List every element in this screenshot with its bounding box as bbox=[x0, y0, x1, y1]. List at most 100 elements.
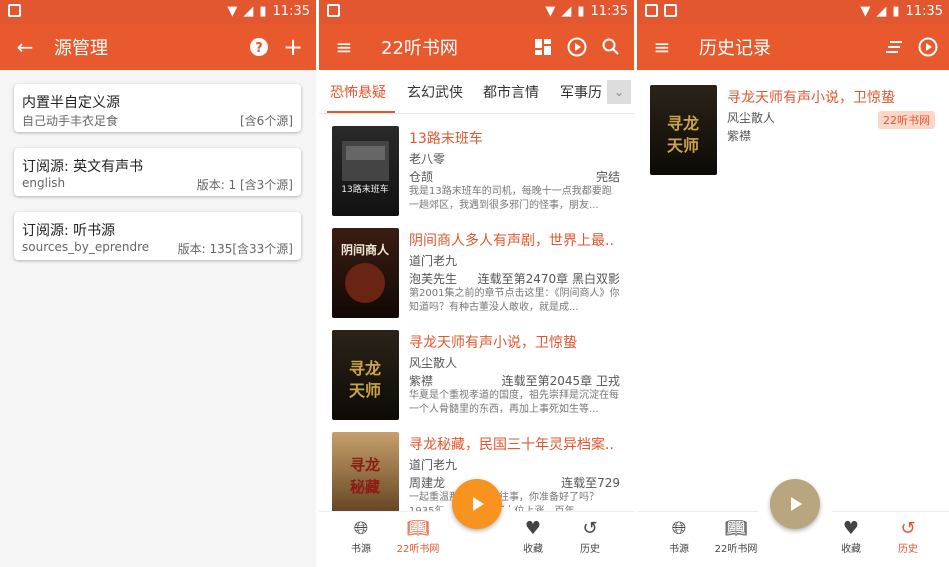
nav-history[interactable]: ↺ 历史 bbox=[560, 518, 620, 555]
svg-text:阴间商人: 阴间商人 bbox=[341, 242, 390, 257]
book-status: 连载至729 bbox=[561, 476, 620, 490]
source-card[interactable]: 订阅源: 英文有声书 english 版本: 1 [含3个源] bbox=[14, 148, 301, 196]
svg-text:寻龙: 寻龙 bbox=[349, 359, 381, 378]
grid-icon[interactable] bbox=[526, 30, 560, 64]
book-cover: 寻龙 秘藏 bbox=[332, 432, 399, 522]
play-button[interactable] bbox=[770, 479, 820, 529]
book-title: 寻龙天师有声小说，卫惊蛰 bbox=[409, 335, 577, 351]
nav-label: 书源 bbox=[351, 544, 371, 555]
book-cover: 寻龙 天师 bbox=[650, 85, 717, 175]
book-narrator: 泡芙先生 bbox=[409, 272, 458, 286]
source-title: 订阅源: 听书源 bbox=[22, 223, 116, 239]
sort-icon[interactable] bbox=[877, 30, 911, 64]
toolbar: ≡ 22听书网 bbox=[319, 24, 634, 70]
menu-icon[interactable]: ≡ bbox=[645, 30, 679, 64]
book-description: 我是13路末班车的司机，每晚十一点我都要跑一趟郊区，我遇到很多邪门的怪事，朋友.… bbox=[409, 186, 612, 211]
page-title: 历史记录 bbox=[699, 38, 771, 59]
nav-22tingshu[interactable]: 📖︎ 22听书网 bbox=[388, 518, 448, 555]
history-icon: ↺ bbox=[582, 518, 598, 539]
wifi-icon: ▼ bbox=[860, 4, 871, 19]
list-item[interactable]: 阴间商人 阴间商人多人有声剧，世界上最.. 道门老九 泡芙先生 连载至第2470… bbox=[319, 228, 634, 328]
globe-icon: 🌐︎ bbox=[353, 518, 369, 539]
nav-label: 22听书网 bbox=[396, 544, 440, 555]
nav-history[interactable]: ↺ 历史 bbox=[878, 518, 938, 555]
book-title: 阴间商人多人有声剧，世界上最.. bbox=[409, 233, 614, 249]
play-button[interactable] bbox=[452, 479, 502, 529]
no-signal-icon: ◢ bbox=[876, 4, 887, 19]
tab-romance[interactable]: 都市言情 bbox=[483, 82, 539, 102]
book-title: 寻龙秘藏，民国三十年灵异档案.. bbox=[409, 437, 614, 453]
book-author: 道门老九 bbox=[409, 254, 458, 268]
source-count: 版本: 1 [含3个源] bbox=[196, 178, 293, 192]
play-circle-icon[interactable] bbox=[560, 30, 594, 64]
tab-military[interactable]: 军事历 bbox=[560, 82, 602, 102]
toolbar: ≡ 历史记录 bbox=[637, 24, 949, 70]
nav-sources[interactable]: 🌐︎ 书源 bbox=[649, 518, 709, 555]
source-card[interactable]: 订阅源: 听书源 sources_by_eprendre 版本: 135[含33… bbox=[14, 212, 301, 260]
source-subtitle: sources_by_eprendre bbox=[22, 240, 150, 254]
book-list-screen: ▼ ◢ ▮ 11:35 ≡ 22听书网 恐怖悬疑 玄幻武侠 都市言情 军事历 ⌄… bbox=[319, 0, 634, 567]
source-subtitle: 自己动手丰衣足食 bbox=[22, 114, 119, 128]
nav-label: 收藏 bbox=[841, 544, 861, 555]
tab-horror[interactable]: 恐怖悬疑 bbox=[330, 82, 386, 102]
book-author: 风尘散人 bbox=[727, 111, 776, 125]
arrow-left-icon[interactable]: ← bbox=[8, 30, 42, 64]
status-time: 11:35 bbox=[590, 4, 628, 19]
active-tab-indicator bbox=[327, 111, 395, 113]
book-open-icon: 📖︎ bbox=[724, 518, 748, 539]
wifi-icon: ▼ bbox=[545, 4, 556, 19]
book-cover: 阴间商人 bbox=[332, 228, 399, 318]
svg-text:寻龙: 寻龙 bbox=[667, 114, 699, 133]
source-title: 订阅源: 英文有声书 bbox=[22, 159, 144, 175]
svg-text:13路末班车: 13路末班车 bbox=[341, 183, 388, 195]
plus-icon[interactable]: + bbox=[276, 30, 310, 64]
play-icon bbox=[791, 497, 802, 511]
nav-label: 收藏 bbox=[523, 544, 543, 555]
page-title: 22听书网 bbox=[381, 38, 458, 59]
wifi-icon: ▼ bbox=[227, 4, 238, 19]
book-author: 风尘散人 bbox=[409, 356, 458, 370]
book-status: 连载至第2045章 卫戎 bbox=[501, 374, 620, 388]
tab-fantasy[interactable]: 玄幻武侠 bbox=[407, 82, 463, 102]
status-time: 11:35 bbox=[905, 4, 943, 19]
chevron-down-icon[interactable]: ⌄ bbox=[607, 80, 631, 104]
battery-icon: ▮ bbox=[892, 4, 900, 19]
svg-text:寻龙: 寻龙 bbox=[350, 456, 380, 474]
category-tabs: 恐怖悬疑 玄幻武侠 都市言情 军事历 ⌄ bbox=[319, 70, 634, 114]
nav-favorites[interactable]: ♥ 收藏 bbox=[503, 518, 563, 555]
book-open-icon: 📖︎ bbox=[406, 518, 430, 539]
book-status: 完结 bbox=[595, 170, 620, 184]
list-item[interactable]: 寻龙 天师 寻龙天师有声小说，卫惊蛰 风尘散人 紫襟 连载至第2045章 卫戎 华… bbox=[319, 330, 634, 430]
play-circle-icon[interactable] bbox=[911, 30, 945, 64]
svg-text:天师: 天师 bbox=[349, 381, 381, 400]
image-notification-icon bbox=[8, 4, 21, 17]
list-item[interactable]: 13路末班车 13路末班车 老八零 仓颉 完结 我是13路末班车的司机，每晚十一… bbox=[319, 126, 634, 226]
image-notification-icon bbox=[327, 4, 340, 17]
status-time: 11:35 bbox=[272, 4, 310, 19]
source-badge: 22听书网 bbox=[878, 111, 935, 129]
book-author: 道门老九 bbox=[409, 458, 458, 472]
book-narrator: 紫襟 bbox=[727, 129, 752, 143]
svg-text:?: ? bbox=[255, 41, 263, 56]
no-signal-icon: ◢ bbox=[561, 4, 572, 19]
source-count: 版本: 135[含33个源] bbox=[177, 242, 293, 256]
toolbar: ← 源管理 ? + bbox=[0, 24, 316, 70]
nav-22tingshu[interactable]: 📖︎ 22听书网 bbox=[706, 518, 766, 555]
book-description: 第2001集之前的章节点击这里：《阴间商人》你知道吗？有种古董没人敢收，就是成.… bbox=[409, 288, 620, 313]
nav-favorites[interactable]: ♥ 收藏 bbox=[821, 518, 881, 555]
help-circle-icon[interactable]: ? bbox=[242, 30, 276, 64]
nav-label: 书源 bbox=[669, 544, 689, 555]
menu-icon[interactable]: ≡ bbox=[327, 30, 361, 64]
nav-sources[interactable]: 🌐︎ 书源 bbox=[331, 518, 391, 555]
book-cover: 寻龙 天师 bbox=[332, 330, 399, 420]
source-manager-screen: ▼ ◢ ▮ 11:35 ← 源管理 ? + 内置半自定义源 自己动手丰衣足食 [… bbox=[0, 0, 316, 567]
book-narrator: 仓颉 bbox=[409, 170, 434, 184]
page-title: 源管理 bbox=[54, 38, 108, 59]
status-bar: ▼ ◢ ▮ 11:35 bbox=[0, 0, 316, 24]
status-bar: ▼ ◢ ▮ 11:35 bbox=[637, 0, 949, 24]
history-item[interactable]: 寻龙 天师 寻龙天师有声小说，卫惊蛰 风尘散人 紫襟 22听书网 bbox=[637, 85, 949, 185]
source-card[interactable]: 内置半自定义源 自己动手丰衣足食 [含6个源] bbox=[14, 84, 301, 132]
book-status: 连载至第2470章 黑白双影 bbox=[477, 272, 620, 286]
search-icon[interactable] bbox=[594, 30, 628, 64]
book-cover: 13路末班车 bbox=[332, 126, 399, 216]
